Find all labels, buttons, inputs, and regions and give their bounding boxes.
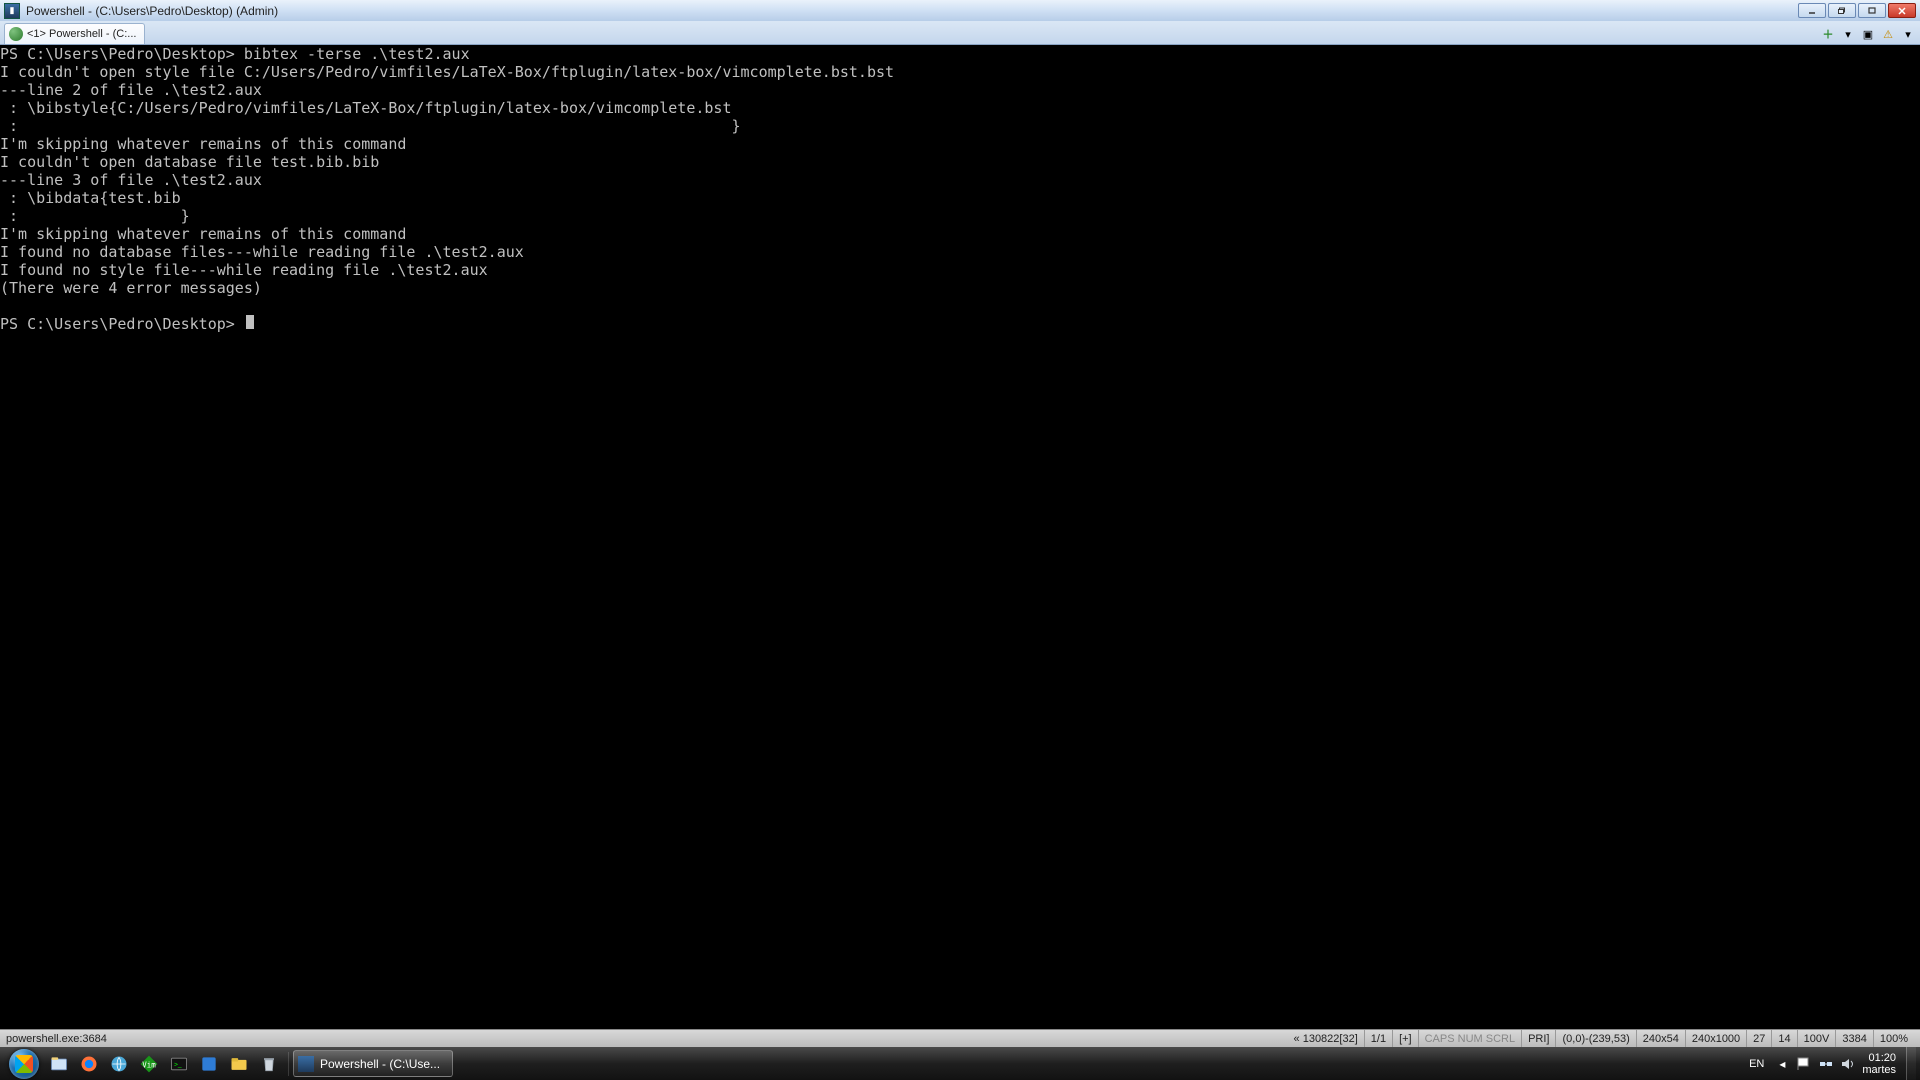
volume-icon[interactable] [1840,1056,1856,1072]
status-pri: PRI] [1521,1030,1555,1047]
flag-icon[interactable] [1796,1056,1812,1072]
status-c3: 100V [1797,1030,1836,1047]
clock-day: martes [1862,1064,1896,1076]
cursor [246,315,254,329]
status-pos: 1/1 [1364,1030,1392,1047]
status-sizeB: 240x1000 [1685,1030,1746,1047]
pinned-trash[interactable] [255,1050,283,1078]
status-c5: 100% [1873,1030,1914,1047]
window-titlebar: ▮ Powershell - (C:\Users\Pedro\Desktop) … [0,0,1920,21]
tab-icon [9,27,23,41]
pinned-browser[interactable] [105,1050,133,1078]
terminal-output[interactable]: PS C:\Users\Pedro\Desktop> bibtex -terse… [0,45,1920,1029]
app-icon: ▮ [4,3,20,19]
show-desktop-button[interactable] [1906,1047,1916,1080]
windows-orb-icon [9,1049,39,1079]
tab-bar: <1> Powershell - (C:... ＋ ▾ ▣ ⚠ ▾ [0,21,1920,45]
window-title: Powershell - (C:\Users\Pedro\Desktop) (A… [26,4,278,18]
status-caps: CAPS NUM SCRL [1418,1030,1521,1047]
status-c4: 3384 [1835,1030,1872,1047]
menu-button[interactable]: ▾ [1900,26,1916,42]
status-process: powershell.exe:3684 [6,1033,107,1045]
minimize-button[interactable] [1798,3,1826,18]
status-buf: « 130822[32] [1288,1030,1364,1047]
status-c1: 27 [1746,1030,1771,1047]
toolbar-button-1[interactable]: ▣ [1860,26,1876,42]
new-tab-button[interactable]: ＋ [1820,26,1836,42]
network-icon[interactable] [1818,1056,1834,1072]
tab-powershell[interactable]: <1> Powershell - (C:... [4,23,145,44]
taskbar-divider [288,1052,289,1076]
dropdown-button[interactable]: ▾ [1840,26,1856,42]
close-button[interactable] [1888,3,1916,18]
svg-text:>_: >_ [174,1061,182,1068]
svg-text:Vim: Vim [142,1060,156,1069]
tab-label: <1> Powershell - (C:... [27,28,136,40]
status-c2: 14 [1771,1030,1796,1047]
clock-time: 01:20 [1862,1052,1896,1064]
prompt: PS C:\Users\Pedro\Desktop> [0,315,235,333]
status-bar: powershell.exe:3684 « 130822[32] 1/1 [+]… [0,1029,1920,1047]
pinned-app-blue[interactable] [195,1050,223,1078]
pinned-explorer[interactable] [45,1050,73,1078]
chevron-up-icon[interactable]: ◂ [1774,1056,1790,1072]
status-mod: [+] [1392,1030,1418,1047]
system-tray: EN ◂ 01:20 martes [1739,1052,1902,1076]
status-coords: (0,0)-(239,53) [1555,1030,1635,1047]
pinned-vim[interactable]: Vim [135,1050,163,1078]
taskbar-active-powershell[interactable]: Powershell - (C:\Use... [293,1050,453,1077]
start-button[interactable] [4,1047,44,1080]
pinned-folder[interactable] [225,1050,253,1078]
restore-button[interactable] [1828,3,1856,18]
status-sizeA: 240x54 [1636,1030,1685,1047]
pinned-terminal[interactable]: >_ [165,1050,193,1078]
language-indicator[interactable]: EN [1745,1056,1768,1072]
taskbar: Vim >_ Powershell - (C:\Use... EN ◂ 01:2… [0,1047,1920,1080]
clock[interactable]: 01:20 martes [1862,1052,1896,1076]
toolbar-button-2[interactable]: ⚠ [1880,26,1896,42]
task-label: Powershell - (C:\Use... [320,1057,440,1071]
pinned-firefox[interactable] [75,1050,103,1078]
maximize-button[interactable] [1858,3,1886,18]
task-app-icon [298,1056,314,1072]
